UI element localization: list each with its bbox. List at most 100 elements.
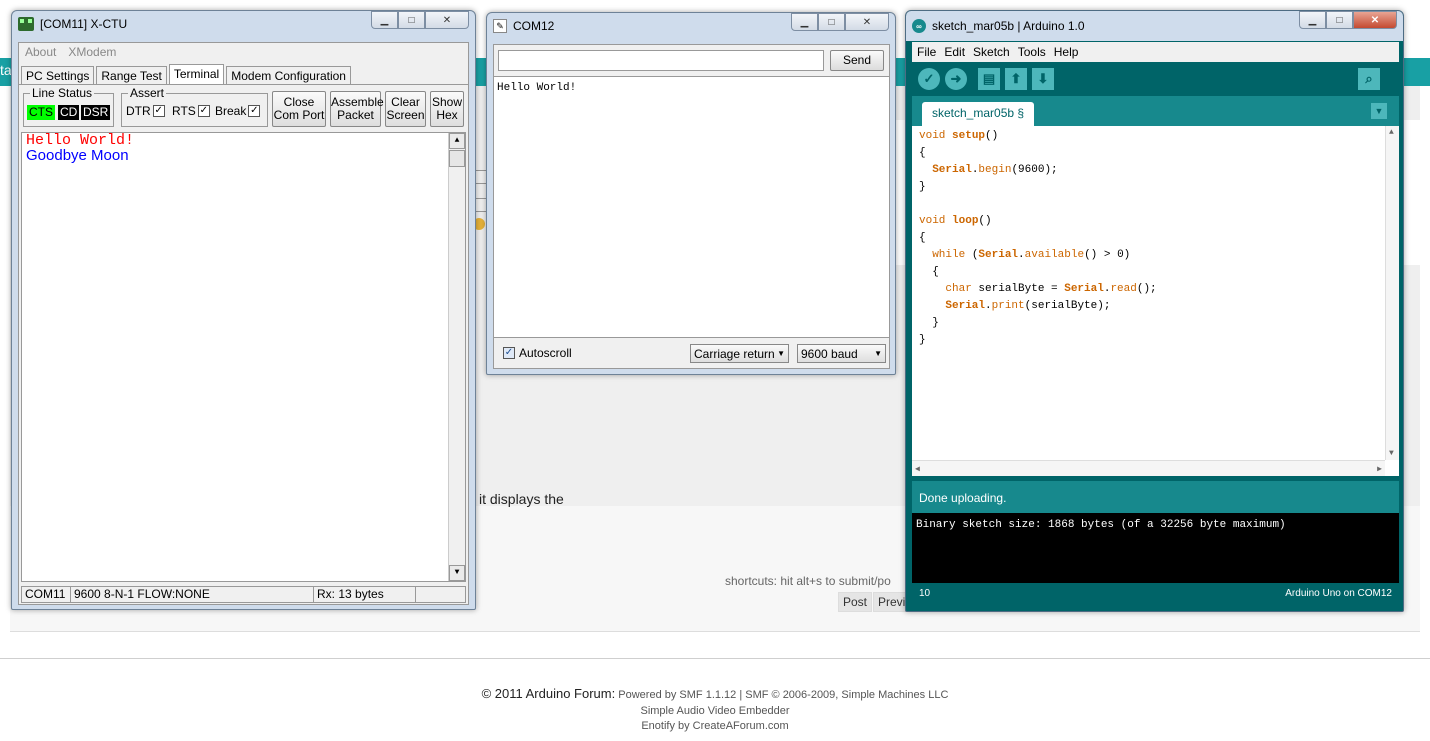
scroll-right-icon[interactable]: ▶ bbox=[1377, 464, 1382, 474]
tab-range-test[interactable]: Range Test bbox=[96, 66, 167, 85]
autoscroll-label: Autoscroll bbox=[519, 346, 572, 360]
maximize-button[interactable]: □ bbox=[818, 13, 845, 31]
xctu-client: About XModem PC Settings Range Test Term… bbox=[18, 42, 469, 605]
assert-label: Assert bbox=[128, 86, 167, 100]
show-hex-button[interactable]: Show Hex bbox=[430, 91, 464, 127]
editor-vertical-scrollbar[interactable]: ▲ ▼ bbox=[1385, 126, 1399, 460]
show-hex-label-2: Hex bbox=[436, 108, 458, 122]
open-button[interactable]: ⬆ bbox=[1005, 68, 1027, 90]
magnifier-icon: ⌕ bbox=[1365, 71, 1373, 86]
check-icon: ✓ bbox=[152, 105, 165, 117]
clear-label-1: Clear bbox=[391, 95, 420, 109]
arrow-down-icon: ⬇ bbox=[1037, 71, 1049, 86]
minimize-icon: ▁ bbox=[800, 16, 809, 28]
maximize-button[interactable]: □ bbox=[398, 11, 425, 29]
clear-screen-button[interactable]: Clear Screen bbox=[385, 91, 426, 127]
tab-menu-button[interactable]: ▼ bbox=[1371, 103, 1387, 119]
footer-divider bbox=[0, 658, 1430, 659]
clear-label-2: Screen bbox=[386, 108, 425, 122]
arduino-toolbar: ✓ ➜ ▤ ⬆ ⬇ ⌕ bbox=[912, 62, 1399, 96]
code-line: while (Serial.available() > 0) bbox=[932, 249, 1131, 261]
maximize-button[interactable]: □ bbox=[1326, 11, 1353, 29]
serial-monitor-icon: ✎ bbox=[493, 19, 507, 33]
xctu-titlebar[interactable]: [COM11] X-CTU bbox=[18, 15, 127, 33]
close-icon: ✕ bbox=[862, 16, 872, 28]
serial-monitor-titlebar[interactable]: ✎ COM12 bbox=[493, 17, 554, 35]
checkmark-icon: ✓ bbox=[923, 71, 935, 86]
editor-horizontal-scrollbar[interactable]: ◀ ▶ bbox=[912, 460, 1385, 476]
close-com-port-button[interactable]: Close Com Port bbox=[272, 91, 326, 127]
footer-enotify[interactable]: Enotify by CreateAForum.com bbox=[0, 720, 1430, 732]
menu-about[interactable]: About bbox=[25, 45, 56, 59]
close-button[interactable]: ✕ bbox=[425, 11, 469, 29]
menu-file[interactable]: File bbox=[917, 45, 936, 59]
serial-monitor-button[interactable]: ⌕ bbox=[1358, 68, 1380, 90]
serial-monitor-window-controls: ▁ □ ✕ bbox=[791, 13, 889, 31]
scroll-down-icon[interactable]: ▼ bbox=[449, 565, 465, 581]
post-button[interactable]: Post bbox=[838, 592, 873, 612]
code-editor[interactable]: void setup() { Serial.begin(9600); } voi… bbox=[912, 126, 1399, 476]
save-button[interactable]: ⬇ bbox=[1032, 68, 1054, 90]
xctu-window-controls: ▁ □ ✕ bbox=[371, 11, 469, 29]
forum-header-fragment: ta bbox=[0, 62, 12, 78]
break-checkbox[interactable]: Break ✓ bbox=[215, 104, 261, 118]
menu-help[interactable]: Help bbox=[1054, 45, 1079, 59]
line-ending-value: Carriage return bbox=[694, 346, 775, 361]
code-line: void setup() bbox=[919, 130, 999, 142]
serial-monitor-title: COM12 bbox=[513, 19, 555, 33]
footer-copyright-text: © 2011 Arduino Forum: bbox=[481, 686, 616, 701]
minimize-icon: ▁ bbox=[1308, 14, 1317, 26]
rts-label: RTS bbox=[172, 104, 196, 118]
autoscroll-checkbox[interactable]: ✓ Autoscroll bbox=[503, 346, 572, 360]
code-line: { bbox=[919, 147, 926, 159]
code-line: char serialByte = Serial.read(); bbox=[945, 283, 1157, 295]
baud-select[interactable]: 9600 baud ▼ bbox=[797, 344, 886, 363]
line-ending-select[interactable]: Carriage return ▼ bbox=[690, 344, 789, 363]
minimize-button[interactable]: ▁ bbox=[1299, 11, 1326, 29]
line-status-label: Line Status bbox=[30, 86, 95, 100]
scroll-down-icon[interactable]: ▼ bbox=[1389, 449, 1394, 458]
menu-tools[interactable]: Tools bbox=[1018, 45, 1046, 59]
serial-output[interactable]: Hello World! bbox=[494, 76, 889, 338]
minimize-icon: ▁ bbox=[380, 14, 389, 26]
sketch-tab[interactable]: sketch_mar05b § bbox=[922, 102, 1035, 126]
menu-xmodem[interactable]: XModem bbox=[68, 45, 116, 59]
send-button[interactable]: Send bbox=[830, 50, 884, 71]
serial-send-input[interactable] bbox=[498, 50, 824, 71]
minimize-button[interactable]: ▁ bbox=[371, 11, 398, 29]
scroll-up-icon[interactable]: ▲ bbox=[449, 133, 465, 149]
xctu-terminal-output[interactable]: Hello World! Goodbye Moon ▲ ▼ bbox=[21, 132, 466, 582]
arduino-logo-icon: ∞ bbox=[912, 19, 926, 33]
tab-terminal[interactable]: Terminal bbox=[168, 64, 225, 85]
tab-pc-settings[interactable]: PC Settings bbox=[21, 66, 95, 85]
close-com-label-2: Com Port bbox=[273, 108, 325, 122]
forum-text-fragment: it displays the bbox=[479, 491, 564, 507]
rts-checkbox[interactable]: RTS ✓ bbox=[172, 104, 210, 118]
minimize-button[interactable]: ▁ bbox=[791, 13, 818, 31]
code-line: { bbox=[919, 266, 939, 278]
arduino-menubar: File Edit Sketch Tools Help bbox=[912, 42, 1399, 62]
close-icon: ✕ bbox=[442, 14, 452, 26]
document-icon: ▤ bbox=[982, 71, 996, 86]
verify-button[interactable]: ✓ bbox=[918, 68, 940, 90]
scroll-left-icon[interactable]: ◀ bbox=[915, 464, 920, 474]
scroll-up-icon[interactable]: ▲ bbox=[1389, 128, 1394, 137]
new-button[interactable]: ▤ bbox=[978, 68, 1000, 90]
menu-edit[interactable]: Edit bbox=[944, 45, 965, 59]
scroll-thumb[interactable] bbox=[449, 150, 465, 167]
close-button[interactable]: ✕ bbox=[1353, 11, 1397, 29]
assemble-packet-button[interactable]: Assemble Packet bbox=[330, 91, 384, 127]
status-extra bbox=[415, 586, 466, 603]
tab-modem-configuration[interactable]: Modem Configuration bbox=[226, 66, 351, 85]
close-button[interactable]: ✕ bbox=[845, 13, 889, 31]
code-line: } bbox=[919, 334, 926, 346]
footer-embedder[interactable]: Simple Audio Video Embedder bbox=[0, 705, 1430, 717]
terminal-scrollbar[interactable]: ▲ ▼ bbox=[448, 133, 465, 581]
dtr-checkbox[interactable]: DTR ✓ bbox=[126, 104, 165, 118]
footer-powered-by[interactable]: Powered by SMF 1.1.12 | SMF © 2006-2009,… bbox=[618, 689, 948, 701]
status-port: COM11 bbox=[21, 586, 70, 603]
code-line: } bbox=[919, 317, 939, 329]
preview-button[interactable]: Previ bbox=[873, 592, 906, 612]
upload-button[interactable]: ➜ bbox=[945, 68, 967, 90]
menu-sketch[interactable]: Sketch bbox=[973, 45, 1010, 59]
